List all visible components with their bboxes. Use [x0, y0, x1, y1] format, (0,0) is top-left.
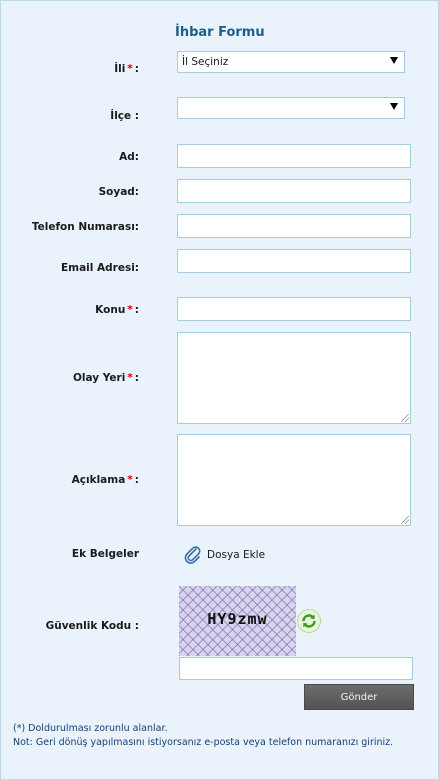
il-label-colon: :	[134, 63, 139, 75]
telefon-label: Telefon Numarası:	[31, 221, 139, 233]
konu-label: Konu *:	[95, 304, 139, 316]
attach-file-button[interactable]: Dosya Ekle	[183, 545, 265, 565]
paperclip-icon	[184, 546, 201, 564]
olay-yeri-label-colon: :	[134, 372, 139, 384]
required-note: (*) Doldurulması zorunlu alanlar.	[13, 723, 168, 734]
ilce-select[interactable]	[177, 97, 405, 119]
ad-label: Ad:	[119, 151, 139, 163]
il-label: İli *:	[114, 63, 139, 75]
il-select-value: İl Seçiniz	[182, 56, 229, 68]
aciklama-label: Açıklama *:	[72, 474, 139, 486]
soyad-label: Soyad:	[98, 186, 139, 198]
resize-grip-icon[interactable]	[401, 516, 409, 524]
konu-label-text: Konu	[95, 304, 126, 316]
olay-yeri-required-mark: *	[127, 372, 133, 384]
ad-input[interactable]	[177, 144, 411, 168]
submit-button[interactable]: Gönder	[304, 684, 414, 710]
captcha-image: HY9zmw	[179, 586, 296, 656]
resize-grip-icon[interactable]	[401, 414, 409, 422]
konu-label-colon: :	[134, 304, 139, 316]
guvenlik-kodu-label: Güvenlik Kodu :	[45, 620, 139, 632]
refresh-icon	[302, 614, 316, 628]
il-label-text: İli	[114, 63, 126, 75]
dropdown-arrow-icon	[390, 57, 398, 64]
olay-yeri-label-text: Olay Yeri	[72, 372, 126, 384]
il-required-mark: *	[127, 63, 133, 75]
refresh-captcha-button[interactable]	[297, 609, 321, 633]
email-label: Email Adresi:	[60, 262, 139, 274]
attach-file-label: Dosya Ekle	[207, 549, 266, 561]
captcha-text: HY9zmw	[207, 610, 268, 628]
soyad-input[interactable]	[177, 179, 411, 203]
konu-input[interactable]	[177, 297, 411, 321]
konu-required-mark: *	[127, 304, 133, 316]
dropdown-arrow-icon	[390, 103, 398, 110]
aciklama-label-colon: :	[134, 474, 139, 486]
form-title: İhbar Formu	[175, 25, 265, 40]
il-select[interactable]: İl Seçiniz	[177, 51, 405, 73]
ilce-label: İlçe :	[110, 110, 139, 122]
olay-yeri-textarea[interactable]	[177, 332, 411, 424]
captcha-input[interactable]	[179, 657, 413, 680]
aciklama-textarea[interactable]	[177, 434, 411, 526]
olay-yeri-label: Olay Yeri *:	[73, 372, 139, 384]
aciklama-required-mark: *	[127, 474, 133, 486]
ek-belgeler-label: Ek Belgeler	[71, 548, 139, 560]
email-input[interactable]	[177, 249, 411, 273]
telefon-input[interactable]	[177, 214, 411, 238]
aciklama-label-text: Açıklama	[71, 474, 126, 486]
contact-note: Not: Geri dönüş yapılmasını istiyorsanız…	[13, 737, 394, 748]
